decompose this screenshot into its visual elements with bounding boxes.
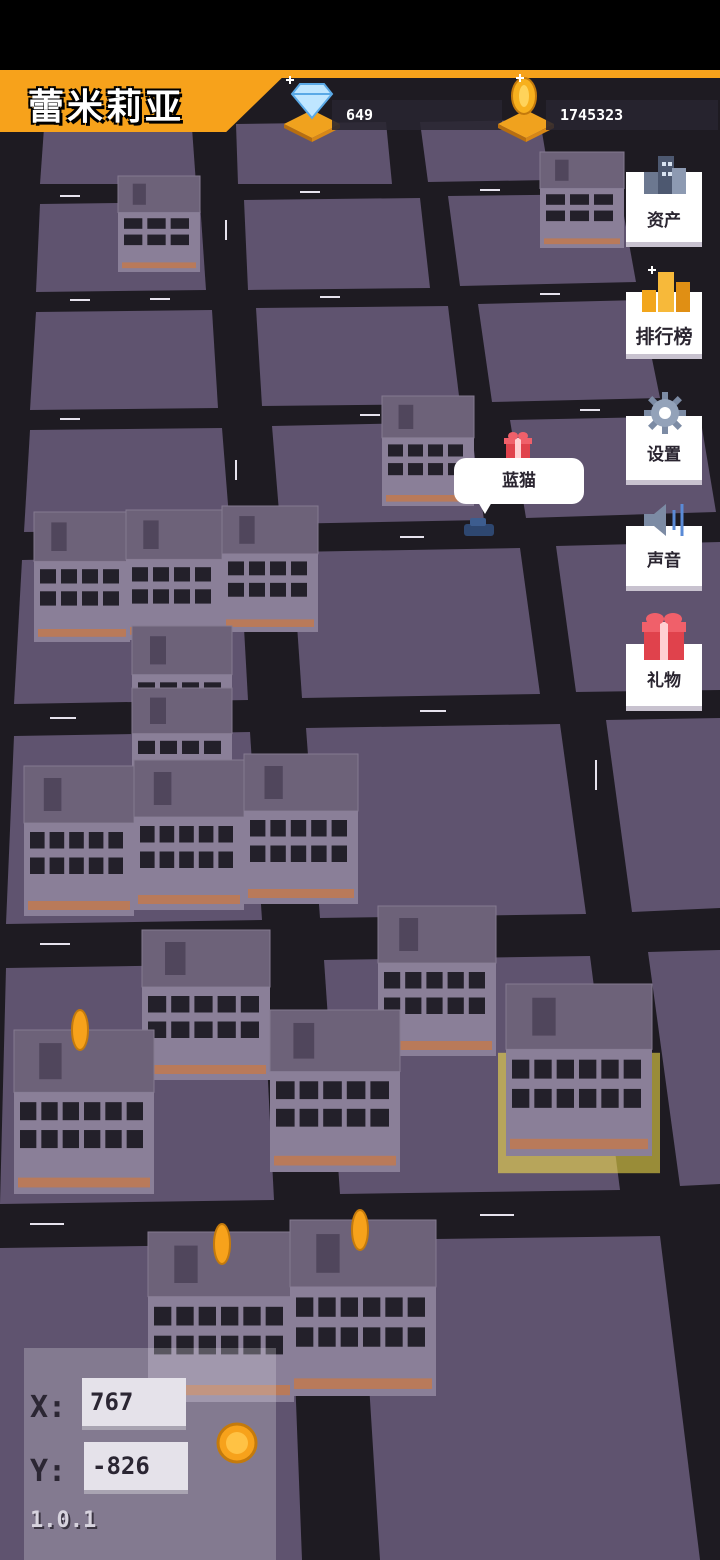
settings-label: 设置	[647, 445, 681, 465]
diamond-count: 649	[332, 100, 502, 130]
settings-button[interactable]: 设置	[626, 392, 702, 480]
gift-icon	[638, 610, 690, 666]
city-map[interactable]	[0, 70, 720, 1560]
sound-label: 声音	[647, 551, 681, 571]
coin-pickup[interactable]	[71, 1009, 89, 1051]
building	[133, 759, 245, 910]
building	[141, 929, 271, 1080]
gift-label: 礼物	[647, 671, 681, 691]
version-label: 1.0.1	[30, 1508, 97, 1533]
leaderboard-label: 排行榜	[635, 326, 693, 348]
player-name: 蕾米莉亚	[28, 87, 185, 128]
leaderboard-icon	[640, 266, 692, 320]
coin-count: 1745323	[546, 100, 718, 130]
speaker-icon	[640, 500, 690, 544]
building	[13, 1029, 155, 1194]
gear-icon	[644, 392, 686, 438]
building	[23, 765, 135, 916]
assets-button[interactable]: 资产	[626, 156, 702, 242]
gift-button[interactable]: 礼物	[626, 613, 702, 706]
building	[125, 509, 223, 640]
building	[269, 1009, 401, 1172]
building[interactable]	[498, 983, 660, 1174]
x-coordinate: 767	[82, 1378, 186, 1426]
status-bar	[0, 0, 720, 70]
assets-label: 资产	[647, 211, 681, 231]
player-name-bubble[interactable]: 蓝猫	[454, 458, 584, 504]
bubble-tail	[478, 502, 492, 514]
building	[117, 175, 201, 272]
coin-pickup[interactable]	[213, 1223, 231, 1265]
y-coordinate: -826	[84, 1442, 188, 1490]
building	[33, 511, 131, 642]
building	[221, 505, 319, 632]
coin-icon[interactable]	[216, 1422, 258, 1468]
building	[243, 753, 359, 904]
building	[539, 151, 625, 248]
x-label: X:	[30, 1390, 67, 1425]
sound-button[interactable]: 声音	[626, 504, 702, 586]
coin-pickup[interactable]	[351, 1209, 369, 1251]
y-label: Y:	[30, 1454, 67, 1489]
leaderboard-button[interactable]: 排行榜	[626, 266, 702, 354]
player-car	[464, 518, 494, 536]
buildings-icon	[640, 150, 690, 202]
